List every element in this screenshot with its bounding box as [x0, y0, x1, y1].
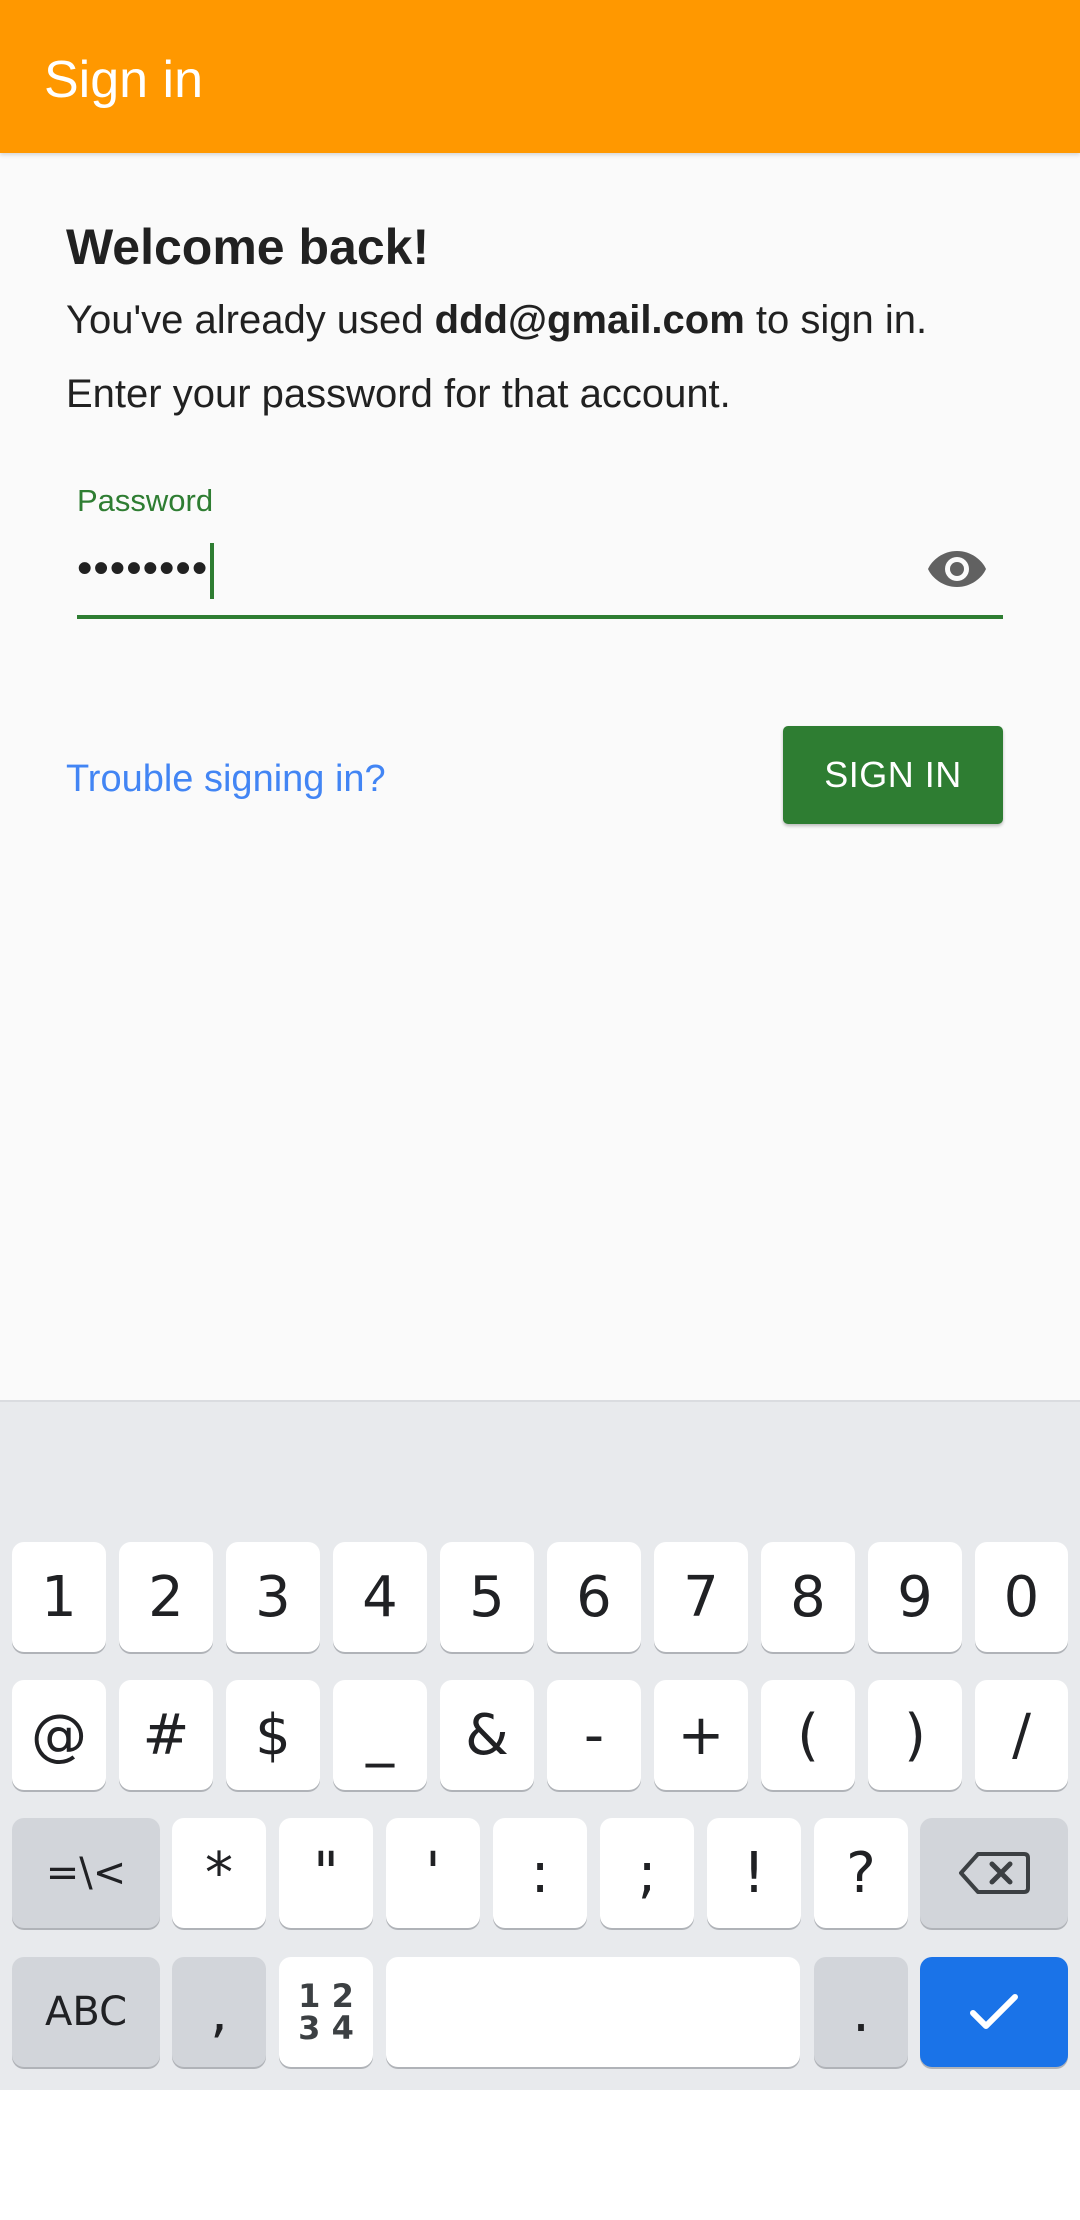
- key-ampersand[interactable]: &: [440, 1680, 534, 1790]
- sign-in-button[interactable]: SIGN IN: [783, 726, 1003, 824]
- key-3[interactable]: 3: [226, 1542, 320, 1652]
- numpad-top-label: 1 2: [298, 1977, 354, 2015]
- password-value: ••••••••: [77, 543, 209, 593]
- key-dollar[interactable]: $: [226, 1680, 320, 1790]
- key-single-quote[interactable]: ': [386, 1818, 480, 1928]
- key-2[interactable]: 2: [119, 1542, 213, 1652]
- key-more-symbols[interactable]: =\<: [12, 1818, 160, 1928]
- key-minus[interactable]: -: [547, 1680, 641, 1790]
- key-1[interactable]: 1: [12, 1542, 106, 1652]
- key-at[interactable]: @: [12, 1680, 106, 1790]
- key-slash[interactable]: /: [975, 1680, 1068, 1790]
- welcome-heading: Welcome back!: [66, 219, 430, 275]
- key-8[interactable]: 8: [761, 1542, 855, 1652]
- numpad-toggle-label: 1 2 3 4: [298, 1980, 354, 2044]
- navigation-area: [0, 2090, 1080, 2220]
- password-input[interactable]: ••••••••: [77, 543, 215, 599]
- eye-icon: [928, 551, 986, 587]
- key-question[interactable]: ?: [814, 1818, 908, 1928]
- key-semicolon[interactable]: ;: [600, 1818, 694, 1928]
- key-right-paren[interactable]: ): [868, 1680, 962, 1790]
- password-label: Password: [77, 483, 214, 518]
- message-prefix: You've already used: [66, 298, 435, 342]
- key-numpad-toggle[interactable]: 1 2 3 4: [279, 1957, 373, 2067]
- key-underscore[interactable]: _: [333, 1680, 427, 1790]
- password-field[interactable]: ••••••••: [77, 533, 1003, 619]
- app-bar: Sign in: [0, 0, 1080, 153]
- key-asterisk[interactable]: *: [172, 1818, 266, 1928]
- trouble-signing-in-link[interactable]: Trouble signing in?: [66, 755, 386, 803]
- key-0[interactable]: 0: [975, 1542, 1068, 1652]
- sign-in-content: Welcome back! You've already used ddd@gm…: [0, 153, 1080, 1403]
- key-abc[interactable]: ABC: [12, 1957, 160, 2067]
- enter-key[interactable]: [920, 1957, 1068, 2067]
- key-comma[interactable]: ,: [172, 1957, 266, 2067]
- key-colon[interactable]: :: [493, 1818, 587, 1928]
- password-visibility-toggle[interactable]: [923, 541, 991, 597]
- key-9[interactable]: 9: [868, 1542, 962, 1652]
- key-left-paren[interactable]: (: [761, 1680, 855, 1790]
- space-key[interactable]: [386, 1957, 800, 2067]
- key-6[interactable]: 6: [547, 1542, 641, 1652]
- key-5[interactable]: 5: [440, 1542, 534, 1652]
- key-7[interactable]: 7: [654, 1542, 748, 1652]
- key-double-quote[interactable]: ": [279, 1818, 373, 1928]
- check-icon: [970, 1994, 1018, 2029]
- key-4[interactable]: 4: [333, 1542, 427, 1652]
- numpad-bottom-label: 3 4: [298, 2009, 354, 2047]
- account-email: ddd@gmail.com: [434, 298, 745, 342]
- key-plus[interactable]: +: [654, 1680, 748, 1790]
- backspace-key[interactable]: [920, 1818, 1068, 1928]
- key-hash[interactable]: #: [119, 1680, 213, 1790]
- app-bar-title: Sign in: [44, 51, 203, 109]
- key-period[interactable]: .: [814, 1957, 908, 2067]
- backspace-icon: [959, 1852, 1030, 1894]
- on-screen-keyboard: 1 2 3 4 5 6 7 8 9 0 @ # $ _ & - + ( ) / …: [0, 1400, 1080, 2092]
- key-exclamation[interactable]: !: [707, 1818, 801, 1928]
- welcome-message: You've already used ddd@gmail.com to sig…: [66, 283, 1026, 431]
- text-caret: [210, 543, 215, 599]
